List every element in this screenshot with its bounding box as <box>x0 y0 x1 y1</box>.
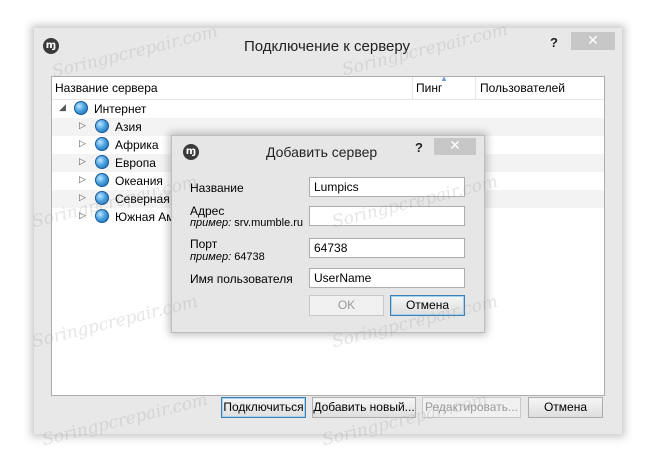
connect-button[interactable]: Подключиться <box>221 397 306 418</box>
expand-arrow-icon[interactable]: ▷ <box>79 121 86 131</box>
add-server-dialog: ɱ Добавить сервер ? ✕ Название Lumpics А… <box>171 135 485 333</box>
name-field[interactable]: Lumpics <box>309 177 465 197</box>
dialog-title: Добавить сервер <box>266 144 378 160</box>
globe-icon <box>74 101 88 115</box>
cancel-button[interactable]: Отмена <box>528 397 603 418</box>
tree-header: Название сервера Пинг ▲ Пользователей <box>52 74 604 100</box>
globe-icon <box>95 119 109 133</box>
ok-button[interactable]: OK <box>309 295 384 316</box>
username-field[interactable]: UserName <box>309 268 465 288</box>
address-label: Адрес <box>190 204 225 218</box>
address-hint-value: srv.mumble.ru <box>234 217 304 229</box>
sort-ascending-icon: ▲ <box>440 74 448 83</box>
tree-item-label: Европа <box>115 156 156 170</box>
dialog-close-button[interactable]: ✕ <box>434 138 476 155</box>
expand-arrow-icon[interactable]: ▷ <box>79 175 86 185</box>
column-header-ping[interactable]: Пинг <box>416 81 442 95</box>
name-label: Название <box>190 181 244 195</box>
column-header-users[interactable]: Пользователей <box>480 81 565 95</box>
tree-item-label: Интернет <box>94 102 147 116</box>
port-hint: пример: 64738 <box>190 251 265 263</box>
expand-arrow-icon[interactable]: ▷ <box>79 157 86 167</box>
tree-item-label: Южная Ам <box>115 210 175 224</box>
edit-button[interactable]: Редактировать... <box>422 397 521 418</box>
column-separator <box>475 77 476 99</box>
tree-item-label: Океания <box>115 174 163 188</box>
collapse-arrow-icon[interactable]: ◢ <box>59 103 66 113</box>
tree-item-label: Северная <box>115 192 170 206</box>
globe-icon <box>95 155 109 169</box>
expand-arrow-icon[interactable]: ▷ <box>79 139 86 149</box>
help-button[interactable]: ? <box>546 35 562 50</box>
address-field[interactable] <box>309 206 465 226</box>
address-hint: пример: srv.mumble.ru <box>190 217 303 229</box>
title-bar: ɱ Подключение к серверу ? ✕ <box>34 28 622 62</box>
tree-item-label: Африка <box>115 138 159 152</box>
window-title: Подключение к серверу <box>244 38 411 55</box>
add-new-button[interactable]: Добавить новый... <box>312 397 416 418</box>
port-field[interactable]: 64738 <box>309 238 465 258</box>
tree-item-label: Азия <box>115 120 142 134</box>
port-hint-value: 64738 <box>234 251 265 263</box>
globe-icon <box>95 191 109 205</box>
globe-icon <box>95 137 109 151</box>
globe-icon <box>95 173 109 187</box>
tree-row-region[interactable]: ▷ Азия <box>52 118 604 136</box>
dialog-cancel-button[interactable]: Отмена <box>390 295 465 316</box>
port-label: Порт <box>190 237 218 251</box>
tree-row-internet[interactable]: ◢ Интернет <box>52 100 604 118</box>
expand-arrow-icon[interactable]: ▷ <box>79 193 86 203</box>
address-hint-prefix: пример: <box>190 217 232 229</box>
column-separator <box>412 77 413 99</box>
globe-icon <box>95 209 109 223</box>
port-hint-prefix: пример: <box>190 251 232 263</box>
expand-arrow-icon[interactable]: ▷ <box>79 211 86 221</box>
dialog-help-button[interactable]: ? <box>412 140 426 155</box>
mumble-app-icon: ɱ <box>183 144 199 160</box>
mumble-app-icon: ɱ <box>43 38 59 54</box>
close-button[interactable]: ✕ <box>571 32 615 50</box>
username-label: Имя пользователя <box>190 272 293 286</box>
column-header-server-name[interactable]: Название сервера <box>55 81 158 95</box>
